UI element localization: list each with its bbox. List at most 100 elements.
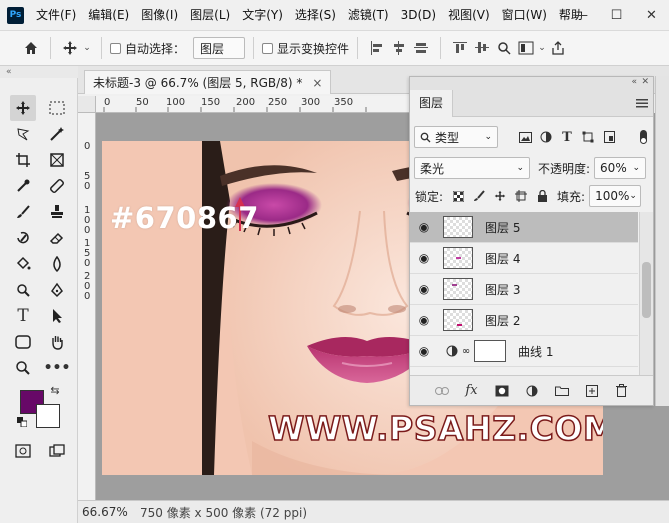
type-tool-icon[interactable]: T xyxy=(10,303,36,329)
crop-tool-icon[interactable] xyxy=(10,147,36,173)
rectangle-tool-icon[interactable] xyxy=(10,329,36,355)
new-layer-icon[interactable] xyxy=(583,382,601,400)
filter-kind-dropdown[interactable]: 类型 ⌄ xyxy=(414,126,498,148)
frame-tool-icon[interactable] xyxy=(44,147,70,173)
zoom-tool-icon[interactable] xyxy=(10,355,36,381)
menu-image[interactable]: 图像(I) xyxy=(135,0,184,30)
filter-shape-icon[interactable] xyxy=(579,128,597,146)
filter-toggle-icon[interactable] xyxy=(640,130,647,144)
quick-mask-icon[interactable] xyxy=(10,438,36,464)
paint-bucket-tool-icon[interactable] xyxy=(10,251,36,277)
scrollbar-thumb[interactable] xyxy=(642,262,651,318)
zoom-level[interactable]: 66.67% xyxy=(78,505,134,519)
filter-type-icon[interactable]: T xyxy=(558,128,576,146)
layer-row-curves[interactable]: ◉ ∞ 曲线 1 xyxy=(410,336,638,367)
search-icon[interactable] xyxy=(493,37,515,59)
marquee-tool-icon[interactable] xyxy=(44,95,70,121)
layer-row-4[interactable]: ◉ 图层 4 xyxy=(410,243,638,274)
horizontal-ruler[interactable]: 0 50 100 150 200 250 300 350 xyxy=(96,96,410,113)
path-selection-tool-icon[interactable] xyxy=(44,303,70,329)
menu-layer[interactable]: 图层(L) xyxy=(184,0,236,30)
align-right-icon[interactable] xyxy=(410,37,432,59)
clone-stamp-tool-icon[interactable] xyxy=(44,199,70,225)
history-brush-tool-icon[interactable] xyxy=(10,225,36,251)
menu-3d[interactable]: 3D(D) xyxy=(395,0,442,30)
hand-tool-icon[interactable] xyxy=(44,329,70,355)
eraser-tool-icon[interactable] xyxy=(44,225,70,251)
menu-filter[interactable]: 滤镜(T) xyxy=(342,0,395,30)
pen-tool-icon[interactable] xyxy=(44,277,70,303)
healing-brush-tool-icon[interactable] xyxy=(44,173,70,199)
dodge-tool-icon[interactable] xyxy=(10,277,36,303)
lasso-tool-icon[interactable] xyxy=(10,121,36,147)
filter-pixel-icon[interactable] xyxy=(516,128,534,146)
menu-file[interactable]: 文件(F) xyxy=(30,0,82,30)
close-panel-icon[interactable]: ✕ xyxy=(641,77,649,87)
menu-view[interactable]: 视图(V) xyxy=(442,0,496,30)
screen-mode-icon[interactable] xyxy=(44,438,70,464)
align-center-icon[interactable] xyxy=(388,37,410,59)
move-icon[interactable] xyxy=(59,37,81,59)
panel-menu-icon[interactable] xyxy=(636,97,648,109)
visibility-eye-icon[interactable]: ◉ xyxy=(410,313,438,327)
lock-position-icon[interactable] xyxy=(491,187,509,205)
workspace-icon[interactable] xyxy=(515,37,537,59)
layer-row-5[interactable]: ◉ 图层 5 xyxy=(410,212,638,243)
visibility-eye-icon[interactable]: ◉ xyxy=(410,251,438,265)
menu-edit[interactable]: 编辑(E) xyxy=(82,0,135,30)
blur-tool-icon[interactable] xyxy=(44,251,70,277)
filter-adjustment-icon[interactable] xyxy=(537,128,555,146)
auto-select-target-dropdown[interactable]: 图层 xyxy=(193,37,246,59)
tools-panel-collapse-bar[interactable]: « xyxy=(0,66,78,78)
collapse-panel-icon[interactable]: « xyxy=(631,77,637,87)
align-top-icon[interactable] xyxy=(449,37,471,59)
close-tab-button[interactable]: × xyxy=(312,76,322,90)
new-adjustment-layer-icon[interactable] xyxy=(523,382,541,400)
filter-smart-object-icon[interactable] xyxy=(600,128,618,146)
layer-mask-thumbnail[interactable] xyxy=(474,340,506,362)
layer-row-3[interactable]: ◉ 图层 3 xyxy=(410,274,638,305)
align-middle-icon[interactable] xyxy=(471,37,493,59)
vertical-ruler[interactable]: 0 5 0 1 0 0 1 5 0 2 0 0 xyxy=(78,113,96,500)
lock-artboard-icon[interactable] xyxy=(512,187,530,205)
eyedropper-tool-icon[interactable] xyxy=(10,173,36,199)
tab-layers[interactable]: 图层 xyxy=(410,90,454,117)
brush-tool-icon[interactable] xyxy=(10,199,36,225)
layer-style-icon[interactable]: fx xyxy=(463,382,481,400)
layer-list-scrollbar[interactable] xyxy=(639,212,653,375)
swap-colors-icon[interactable]: ⇆ xyxy=(48,383,62,397)
lock-transparent-icon[interactable] xyxy=(449,187,467,205)
maximize-button[interactable]: ☐ xyxy=(599,0,634,30)
show-transform-checkbox[interactable] xyxy=(262,42,274,54)
default-colors-icon[interactable] xyxy=(16,416,28,428)
menu-select[interactable]: 选择(S) xyxy=(289,0,342,30)
close-window-button[interactable]: ✕ xyxy=(634,0,669,30)
home-icon[interactable] xyxy=(20,37,42,59)
align-left-icon[interactable] xyxy=(366,37,388,59)
fill-input[interactable]: 100% ⌄ xyxy=(589,185,642,207)
opacity-input[interactable]: 60% ⌄ xyxy=(594,157,647,179)
background-color-swatch[interactable] xyxy=(36,404,60,428)
auto-select-checkbox[interactable] xyxy=(110,42,121,54)
visibility-eye-icon[interactable]: ◉ xyxy=(410,344,438,358)
lock-all-icon[interactable] xyxy=(533,187,551,205)
blend-mode-dropdown[interactable]: 柔光 ⌄ xyxy=(414,157,530,179)
minimize-button[interactable]: — xyxy=(564,0,599,30)
link-layers-icon[interactable] xyxy=(433,382,451,400)
visibility-eye-icon[interactable]: ◉ xyxy=(410,282,438,296)
add-mask-icon[interactable] xyxy=(493,382,511,400)
new-group-icon[interactable] xyxy=(553,382,571,400)
lock-image-icon[interactable] xyxy=(470,187,488,205)
move-tool-icon[interactable] xyxy=(10,95,36,121)
more-tools-icon[interactable]: ••• xyxy=(44,355,71,381)
chevron-down-icon[interactable]: ⌄ xyxy=(81,37,93,59)
panel-collapse-bar[interactable]: « ✕ xyxy=(410,77,653,90)
menu-type[interactable]: 文字(Y) xyxy=(236,0,289,30)
visibility-eye-icon[interactable]: ◉ xyxy=(410,220,438,234)
share-icon[interactable] xyxy=(547,37,569,59)
delete-layer-icon[interactable] xyxy=(613,382,631,400)
menu-window[interactable]: 窗口(W) xyxy=(496,0,553,30)
document-tab[interactable]: 未标题-3 @ 66.7% (图层 5, RGB/8) * × xyxy=(84,70,332,94)
chevron-down-icon[interactable]: ⌄ xyxy=(537,37,547,59)
layer-row-2[interactable]: ◉ 图层 2 xyxy=(410,305,638,336)
